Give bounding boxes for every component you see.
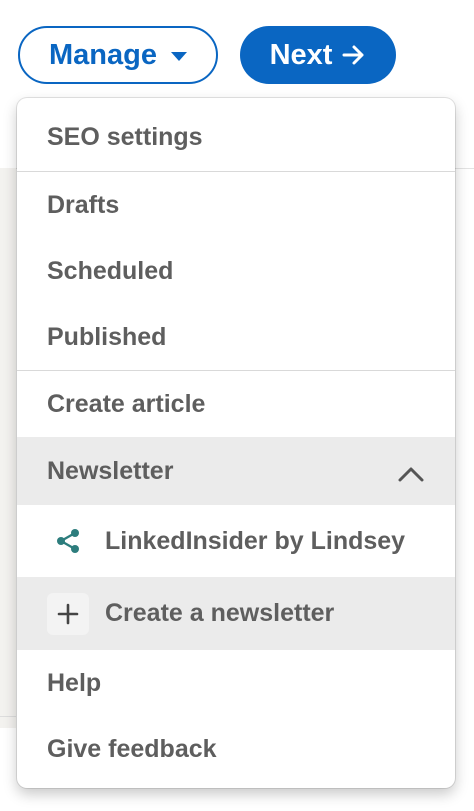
menu-item-label: Scheduled bbox=[47, 256, 174, 285]
menu-item-label: Drafts bbox=[47, 190, 120, 219]
top-toolbar: Manage Next bbox=[0, 0, 474, 96]
menu-item-seo-settings[interactable]: SEO settings bbox=[17, 104, 455, 170]
menu-item-newsletter[interactable]: Newsletter bbox=[17, 437, 455, 505]
menu-item-create-article[interactable]: Create article bbox=[17, 371, 455, 437]
page-background bbox=[0, 168, 16, 728]
chevron-up-icon[interactable] bbox=[397, 461, 425, 490]
next-button-label: Next bbox=[269, 38, 333, 71]
menu-item-drafts[interactable]: Drafts bbox=[17, 172, 455, 238]
menu-item-label: Create article bbox=[47, 389, 206, 418]
menu-item-create-newsletter[interactable]: Create a newsletter bbox=[17, 577, 455, 650]
menu-item-give-feedback[interactable]: Give feedback bbox=[17, 716, 455, 782]
menu-item-newsletter-linkedinsider[interactable]: LinkedInsider by Lindsey bbox=[17, 505, 455, 577]
caret-down-icon bbox=[170, 51, 187, 61]
menu-item-label: SEO settings bbox=[47, 122, 203, 151]
page-divider bbox=[0, 716, 16, 717]
menu-item-published[interactable]: Published bbox=[17, 304, 455, 370]
menu-item-label: LinkedInsider by Lindsey bbox=[105, 526, 406, 555]
plus-icon bbox=[47, 592, 89, 635]
manage-dropdown-menu: SEO settings Drafts Scheduled Published … bbox=[17, 98, 455, 788]
manage-button-label: Manage bbox=[49, 38, 157, 71]
menu-item-scheduled[interactable]: Scheduled bbox=[17, 238, 455, 304]
menu-item-label: Newsletter bbox=[47, 456, 174, 485]
share-icon bbox=[53, 526, 83, 556]
menu-item-label: Give feedback bbox=[47, 734, 217, 763]
menu-item-label: Published bbox=[47, 322, 167, 351]
arrow-right-icon bbox=[342, 44, 366, 66]
next-button[interactable]: Next bbox=[240, 26, 396, 84]
menu-item-label: Help bbox=[47, 668, 102, 697]
menu-item-label: Create a newsletter bbox=[105, 599, 335, 627]
manage-button[interactable]: Manage bbox=[18, 26, 218, 84]
menu-item-help[interactable]: Help bbox=[17, 650, 455, 716]
